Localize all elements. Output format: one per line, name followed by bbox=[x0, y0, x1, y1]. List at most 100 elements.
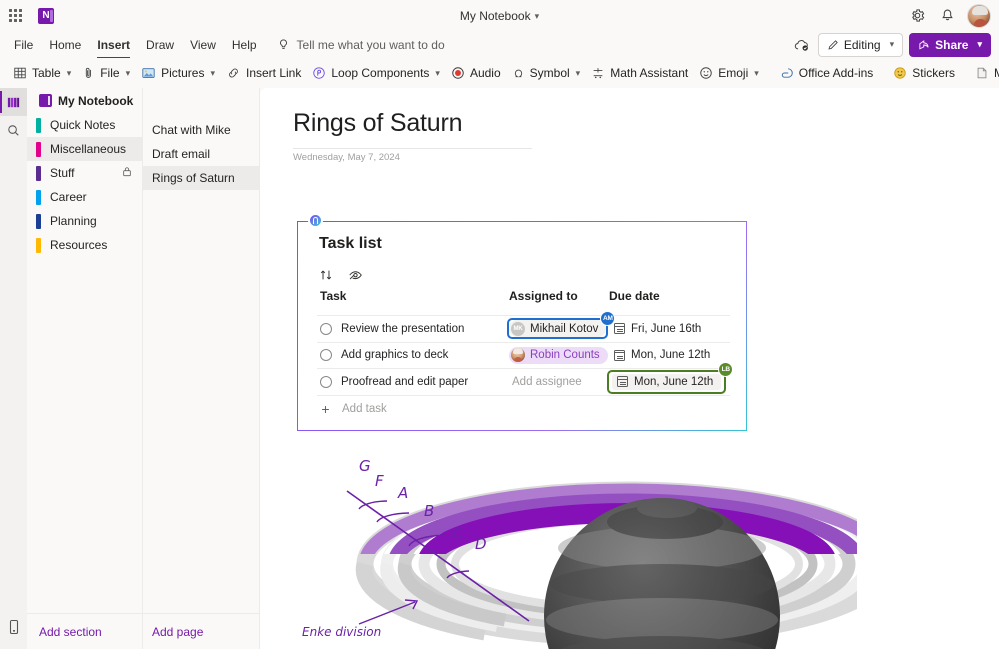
lightbulb-icon bbox=[277, 38, 290, 52]
menu-item-insert[interactable]: Insert bbox=[89, 34, 138, 56]
editing-mode-button[interactable]: Editing ▾ bbox=[818, 33, 903, 57]
page-item-chat-with-mike[interactable]: Chat with Mike bbox=[143, 118, 259, 142]
due-date-text: Mon, June 12th bbox=[634, 376, 713, 388]
sidebar-item-resources[interactable]: Resources bbox=[27, 233, 142, 257]
ring-label-d: D bbox=[475, 535, 487, 553]
ribbon-stickers-button[interactable]: Stickers bbox=[888, 62, 960, 84]
ribbon-emoji-button[interactable]: Emoji▾ bbox=[694, 62, 764, 84]
meeting-details-icon bbox=[975, 66, 989, 80]
ribbon-label: Stickers bbox=[912, 66, 955, 80]
assignee-initials-avatar: MK bbox=[511, 322, 525, 336]
column-header-task[interactable]: Task bbox=[317, 289, 509, 303]
column-header-assigned-to[interactable]: Assigned to bbox=[509, 289, 609, 303]
chevron-down-icon: ▾ bbox=[435, 68, 440, 79]
task-checkbox[interactable] bbox=[320, 349, 332, 361]
loop-component-task-list[interactable]: Task list Task Assigned to Due date bbox=[297, 221, 747, 431]
saturn-image-container[interactable]: G F A B C D Enke division bbox=[260, 446, 999, 649]
page-canvas[interactable]: Rings of Saturn Wednesday, May 7, 2024 T… bbox=[260, 88, 999, 649]
add-task-button[interactable]: + Add task bbox=[317, 395, 730, 422]
search-icon[interactable] bbox=[0, 116, 27, 144]
assignee-chip[interactable]: Robin Counts bbox=[509, 347, 608, 364]
menu-item-home[interactable]: Home bbox=[41, 34, 89, 56]
ribbon-symbol-button[interactable]: Symbol▾ bbox=[507, 62, 586, 84]
section-label: Planning bbox=[50, 214, 97, 228]
section-label: Stuff bbox=[50, 166, 74, 180]
pages-list: Chat with Mike Draft email Rings of Satu… bbox=[143, 88, 259, 190]
due-date-chip[interactable]: Mon, June 12th bbox=[609, 347, 718, 363]
task-checkbox[interactable] bbox=[320, 323, 332, 335]
due-date-chip[interactable]: Mon, June 12th bbox=[612, 374, 721, 390]
mobile-app-icon[interactable] bbox=[0, 613, 27, 641]
share-label: Share bbox=[935, 38, 968, 52]
ribbon-audio-button[interactable]: Audio bbox=[446, 62, 506, 84]
saved-to-cloud-icon[interactable] bbox=[792, 35, 812, 55]
sidebar-item-planning[interactable]: Planning bbox=[27, 209, 142, 233]
due-date-cell[interactable]: Fri, June 16th bbox=[609, 321, 727, 337]
task-title[interactable]: Proofread and edit paper bbox=[341, 376, 468, 388]
menu-item-view[interactable]: View bbox=[182, 34, 224, 56]
add-page-button[interactable]: Add page bbox=[143, 613, 260, 649]
assignee-cell[interactable]: Robin Counts bbox=[509, 347, 609, 364]
assignee-chip[interactable]: MK Mikhail Kotov bbox=[509, 320, 606, 337]
page-date[interactable]: Wednesday, May 7, 2024 bbox=[293, 152, 400, 163]
sidebar-item-miscellaneous[interactable]: Miscellaneous bbox=[27, 137, 142, 161]
task-title[interactable]: Review the presentation bbox=[341, 323, 464, 335]
table-row[interactable]: Add graphics to deck Robin Counts Mon, J… bbox=[317, 342, 730, 369]
menu-item-file[interactable]: File bbox=[6, 34, 41, 56]
task-title[interactable]: Add graphics to deck bbox=[341, 349, 448, 361]
saturn-rings-diagram[interactable]: G F A B C D Enke division bbox=[297, 446, 857, 649]
page-item-rings-of-saturn[interactable]: Rings of Saturn bbox=[143, 166, 259, 190]
sidebar-item-stuff[interactable]: Stuff bbox=[27, 161, 142, 185]
bell-icon[interactable] bbox=[933, 2, 961, 30]
ribbon-loop-components-button[interactable]: Loop Components▾ bbox=[307, 62, 445, 84]
attach-file-icon bbox=[82, 66, 95, 80]
table-row[interactable]: Review the presentation MK Mikhail Kotov… bbox=[317, 315, 730, 342]
ribbon-meeting-details-button[interactable]: Meeting Details bbox=[970, 62, 999, 84]
share-button[interactable]: Share ▾ bbox=[909, 33, 991, 57]
add-assignee-placeholder[interactable]: Add assignee bbox=[509, 376, 582, 388]
emoji-icon bbox=[699, 66, 713, 80]
due-date-cell[interactable]: Mon, June 12th bbox=[609, 347, 727, 363]
assignee-cell[interactable]: MK Mikhail Kotov AM bbox=[509, 320, 609, 337]
sidebar-item-career[interactable]: Career bbox=[27, 185, 142, 209]
document-title-text[interactable]: My Notebook bbox=[460, 9, 531, 23]
ribbon-math-assistant-button[interactable]: Math Assistant bbox=[586, 62, 693, 84]
task-checkbox[interactable] bbox=[320, 376, 332, 388]
tell-me-search[interactable]: Tell me what you want to do bbox=[277, 38, 445, 52]
loop-component-title[interactable]: Task list bbox=[319, 235, 382, 253]
document-title: My Notebook ▾ bbox=[0, 9, 999, 23]
sidebar-item-quick-notes[interactable]: Quick Notes bbox=[27, 113, 142, 137]
menu-item-draw[interactable]: Draw bbox=[138, 34, 182, 56]
section-label: Miscellaneous bbox=[50, 142, 126, 156]
section-color-bar bbox=[36, 238, 41, 253]
add-task-label: Add task bbox=[342, 403, 387, 415]
column-header-due-date[interactable]: Due date bbox=[609, 289, 727, 303]
assignee-cell[interactable]: Add assignee bbox=[509, 376, 609, 388]
due-date-cell[interactable]: Mon, June 12th LB bbox=[609, 372, 727, 392]
ribbon-pictures-button[interactable]: Pictures▾ bbox=[136, 62, 220, 84]
ribbon-office-addins-button[interactable]: Office Add-ins bbox=[774, 62, 878, 84]
page-item-draft-email[interactable]: Draft email bbox=[143, 142, 259, 166]
app-launcher-button[interactable] bbox=[0, 0, 30, 31]
ribbon-file-button[interactable]: File▾ bbox=[77, 62, 135, 84]
avatar[interactable] bbox=[967, 4, 991, 28]
menu-bar: File Home Insert Draw View Help Tell me … bbox=[0, 31, 999, 58]
task-cell: Review the presentation bbox=[317, 323, 509, 335]
table-icon bbox=[13, 66, 27, 80]
ribbon-label: Audio bbox=[470, 66, 501, 80]
table-row[interactable]: Proofread and edit paper Add assignee Mo… bbox=[317, 368, 730, 395]
ribbon-table-button[interactable]: Table▾ bbox=[8, 62, 76, 84]
onenote-logo-icon: N bbox=[38, 8, 54, 24]
chevron-down-icon: ▾ bbox=[210, 68, 215, 79]
add-section-button[interactable]: Add section bbox=[27, 613, 143, 649]
page-title[interactable]: Rings of Saturn bbox=[293, 109, 462, 138]
ribbon-insert-link-button[interactable]: Insert Link bbox=[221, 62, 306, 84]
notebooks-icon[interactable] bbox=[0, 88, 27, 116]
notebook-header[interactable]: My Notebook ▾ bbox=[27, 88, 142, 113]
hide-completed-icon[interactable] bbox=[346, 266, 364, 283]
sort-icon[interactable] bbox=[317, 266, 335, 283]
menu-item-help[interactable]: Help bbox=[224, 34, 265, 56]
chevron-down-icon[interactable]: ▾ bbox=[535, 11, 540, 22]
gear-icon[interactable] bbox=[903, 2, 931, 30]
due-date-chip[interactable]: Fri, June 16th bbox=[609, 321, 709, 337]
